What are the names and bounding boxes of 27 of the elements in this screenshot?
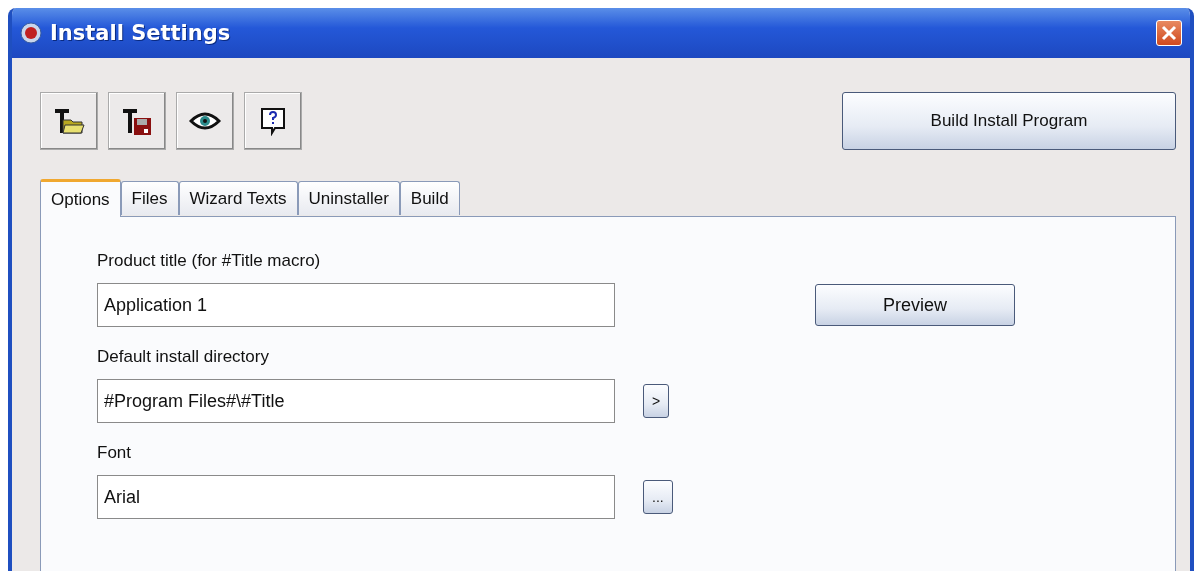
app-icon [20,22,42,44]
build-button[interactable]: Build Install Program [842,92,1176,150]
tab[interactable]: Uninstaller [297,181,400,215]
window-title: Install Settings [50,21,232,45]
text-folder-icon [53,106,85,136]
tab[interactable]: Wizard Texts [178,181,298,215]
text-disk-icon [121,106,153,136]
close-button[interactable] [1156,20,1182,46]
tab[interactable]: Options [40,179,121,217]
preview-button[interactable]: Preview [815,284,1015,326]
browse-button[interactable]: ... [643,480,673,514]
toolbar-button[interactable] [40,92,98,150]
tab[interactable]: Files [120,181,179,215]
toolbar-button[interactable] [108,92,166,150]
field-label: Product title (for #Title macro) [97,251,322,271]
toolbar-button[interactable] [244,92,302,150]
field-label: Font [97,443,133,463]
help-icon [259,106,287,136]
field-label: Default install directory [97,347,270,367]
toolbar-button[interactable] [176,92,234,150]
tab[interactable]: Build [399,181,460,215]
eye-icon [189,111,221,131]
browse-button[interactable]: > [643,384,670,418]
input-field[interactable]: #Program Files#\#Title [97,379,615,423]
input-field[interactable]: Arial [97,475,615,519]
input-field[interactable]: Application 1 [97,283,615,327]
close-icon [1161,25,1177,41]
